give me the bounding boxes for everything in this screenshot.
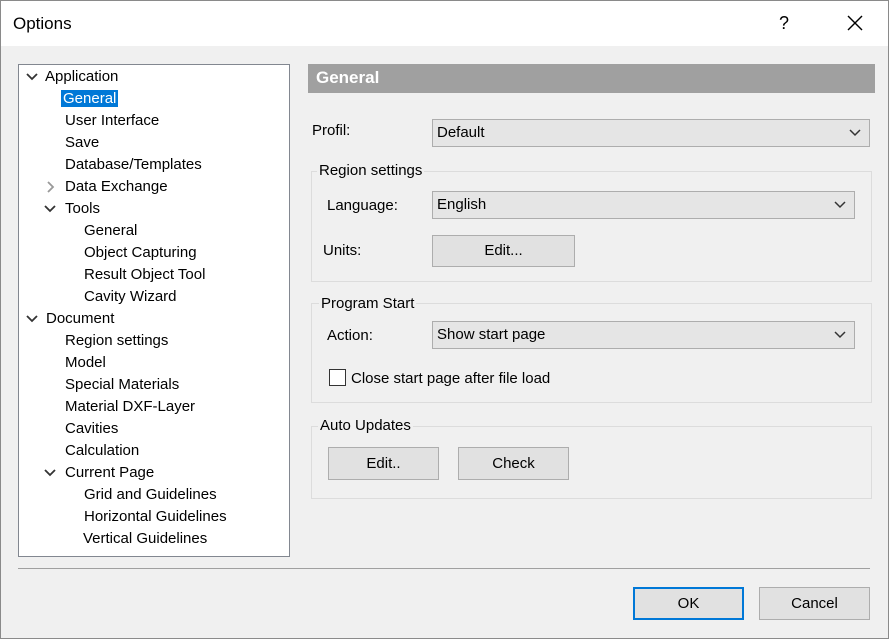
help-button[interactable]: ?: [773, 11, 795, 35]
tree-item-calculation[interactable]: Calculation: [63, 440, 141, 462]
tree-item-horizontal-guidelines[interactable]: Horizontal Guidelines: [82, 506, 229, 528]
units-label: Units:: [323, 242, 362, 259]
tree-item-label: General: [61, 90, 119, 107]
tree-item-vertical-guidelines[interactable]: Vertical Guidelines: [81, 528, 209, 550]
tree-item-label: Document: [46, 310, 115, 327]
tree-item-document[interactable]: Document: [23, 308, 116, 330]
tree-item-label: Object Capturing: [84, 244, 197, 261]
tree-item-tools[interactable]: Tools: [43, 198, 102, 220]
ok-button[interactable]: OK: [633, 587, 744, 620]
chevron-down-icon[interactable]: [26, 313, 38, 325]
profil-select[interactable]: Default: [432, 119, 870, 147]
tree-item-label: Material DXF-Layer: [65, 398, 196, 415]
tree-item-general[interactable]: General: [61, 88, 119, 110]
tree-item-special-materials[interactable]: Special Materials: [63, 374, 181, 396]
action-select[interactable]: Show start page: [432, 321, 855, 349]
close-start-page-label[interactable]: Close start page after file load: [351, 370, 550, 387]
profil-label: Profil:: [312, 122, 351, 139]
tree-item-label: Model: [65, 354, 106, 371]
tree-item-label: Cavity Wizard: [84, 288, 177, 305]
tree-item-label: User Interface: [65, 112, 160, 129]
tree-item-label: General: [84, 222, 138, 239]
tree-item-object-capturing[interactable]: Object Capturing: [82, 242, 199, 264]
tree-item-label: Vertical Guidelines: [83, 530, 208, 547]
tree-item-current-page[interactable]: Current Page: [43, 462, 156, 484]
tree-item-data-exchange[interactable]: Data Exchange: [43, 176, 170, 198]
chevron-down-icon[interactable]: [26, 71, 38, 83]
auto-updates-check-button[interactable]: Check: [458, 447, 569, 480]
cancel-button[interactable]: Cancel: [759, 587, 870, 620]
tree-item-label: Data Exchange: [65, 178, 168, 195]
tree-item-label: Save: [65, 134, 100, 151]
language-value: English: [437, 196, 487, 213]
window-title: Options: [13, 14, 72, 33]
profil-value: Default: [437, 124, 485, 141]
tree-item-label: Calculation: [65, 442, 140, 459]
tree-item-grid-and-guidelines[interactable]: Grid and Guidelines: [82, 484, 219, 506]
tree-item-label: Tools: [65, 200, 101, 217]
tree-item-region-settings[interactable]: Region settings: [63, 330, 170, 352]
program-start-group: [311, 303, 872, 403]
options-dialog: Options ? Application General User Inter…: [0, 0, 889, 639]
region-settings-title: Region settings: [317, 162, 425, 179]
tree-item-label: Cavities: [65, 420, 119, 437]
action-value: Show start page: [437, 326, 546, 343]
tree-item-label: Special Materials: [65, 376, 180, 393]
language-select[interactable]: English: [432, 191, 855, 219]
tree-item-save[interactable]: Save: [63, 132, 101, 154]
tree-item-result-object-tool[interactable]: Result Object Tool: [82, 264, 207, 286]
chevron-down-icon: [834, 201, 846, 209]
tree-item-label: Database/Templates: [65, 156, 202, 173]
tree-item-model[interactable]: Model: [63, 352, 108, 374]
chevron-down-icon: [849, 129, 861, 137]
tree-item-material-dxf-layer[interactable]: Material DXF-Layer: [63, 396, 197, 418]
close-button[interactable]: [841, 9, 869, 37]
auto-updates-title: Auto Updates: [318, 417, 413, 434]
region-settings-group: [311, 171, 872, 282]
units-edit-button[interactable]: Edit...: [432, 235, 575, 267]
tree-item-database-templates[interactable]: Database/Templates: [63, 154, 204, 176]
title-bar: Options ?: [1, 1, 888, 46]
chevron-right-icon[interactable]: [45, 181, 57, 193]
language-label: Language:: [327, 197, 398, 214]
options-tree[interactable]: Application General User Interface Save …: [18, 64, 290, 557]
tree-item-cavities[interactable]: Cavities: [63, 418, 120, 440]
panel-header: General: [308, 64, 875, 93]
tree-item-user-interface[interactable]: User Interface: [63, 110, 161, 132]
tree-item-cavity-wizard[interactable]: Cavity Wizard: [82, 286, 179, 308]
chevron-down-icon[interactable]: [44, 467, 56, 479]
program-start-title: Program Start: [319, 295, 417, 312]
tree-item-application[interactable]: Application: [23, 66, 120, 88]
tree-item-label: Horizontal Guidelines: [84, 508, 227, 525]
tree-item-label: Grid and Guidelines: [84, 486, 217, 503]
action-label: Action:: [327, 327, 373, 344]
tree-item-label: Result Object Tool: [84, 266, 206, 283]
tree-item-tools-general[interactable]: General: [82, 220, 139, 242]
chevron-down-icon: [834, 331, 846, 339]
auto-updates-edit-button[interactable]: Edit..: [328, 447, 439, 480]
chevron-down-icon[interactable]: [44, 203, 56, 215]
tree-item-label: Region settings: [65, 332, 169, 349]
footer-separator: [18, 568, 870, 569]
close-icon: [847, 15, 863, 31]
tree-item-label: Application: [45, 68, 119, 85]
tree-item-label: Current Page: [65, 464, 155, 481]
close-start-page-checkbox[interactable]: [329, 369, 346, 386]
